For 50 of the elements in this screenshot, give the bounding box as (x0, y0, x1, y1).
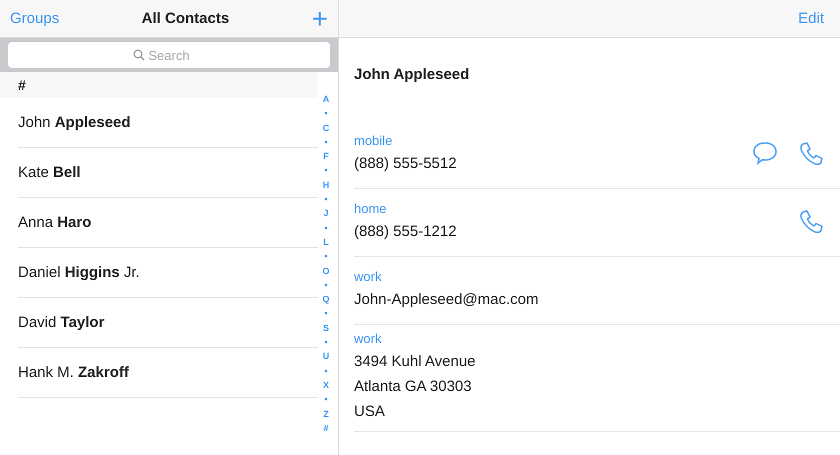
field-value: Atlanta GA 30303 (354, 377, 473, 397)
contact-row[interactable]: Daniel Higgins Jr. (18, 248, 318, 298)
index-letter[interactable]: • (324, 192, 328, 206)
field-label: work (354, 268, 382, 284)
index-letter[interactable]: A (322, 92, 330, 106)
contact-row[interactable]: David Taylor (18, 298, 318, 348)
field-label: home (354, 200, 388, 216)
index-letter[interactable]: • (324, 249, 328, 264)
contact-row[interactable]: John Appleseed (18, 98, 318, 148)
index-letter[interactable]: • (324, 106, 328, 121)
field-value: (888) 555-1212 (354, 222, 458, 242)
index-letter[interactable]: • (324, 364, 328, 378)
contact-name: John Appleseed (354, 65, 470, 85)
list-title: All Contacts (142, 10, 230, 27)
phone-icon[interactable] (798, 209, 824, 235)
index-letter[interactable]: O (322, 264, 330, 278)
index-letter[interactable]: J (323, 206, 328, 221)
index-letter[interactable]: F (323, 149, 329, 164)
contact-row[interactable]: Kate Bell (18, 148, 318, 198)
add-button[interactable]: + (312, 4, 328, 32)
search-field[interactable]: Search (8, 42, 330, 68)
contact-row[interactable]: Anna Haro (18, 198, 318, 248)
index-letter[interactable]: S (322, 320, 329, 336)
contact-row[interactable]: Hank M. Zakroff (18, 348, 318, 398)
field-value: USA (354, 402, 386, 422)
index-letter[interactable]: Z (323, 406, 329, 421)
section-letter: # (18, 77, 26, 93)
index-letter[interactable]: C (322, 120, 330, 135)
index-letter[interactable]: • (324, 335, 328, 350)
speech-bubble-icon[interactable] (752, 141, 778, 165)
index-letter[interactable]: H (322, 178, 330, 192)
phone-icon[interactable] (798, 141, 824, 167)
groups-button[interactable]: Groups (10, 10, 60, 27)
edit-button[interactable]: Edit (798, 10, 824, 27)
index-letter[interactable]: L (323, 234, 329, 250)
index-letter[interactable]: • (324, 278, 328, 292)
index-letter[interactable]: # (323, 420, 328, 436)
index-letter[interactable]: Q (322, 292, 330, 306)
index-letter[interactable]: X (322, 378, 329, 392)
index-letter[interactable]: • (324, 163, 328, 178)
field-label: mobile (354, 132, 394, 148)
index-letter[interactable]: • (324, 220, 328, 235)
field-value: (888) 555-5512 (354, 154, 458, 174)
field-label: work (354, 331, 382, 346)
index-letter[interactable]: • (324, 392, 328, 407)
index-letter[interactable]: • (324, 134, 328, 150)
field-value: 3494 Kuhl Avenue (354, 352, 477, 372)
index-letter[interactable]: • (324, 306, 328, 321)
index-letter[interactable]: U (322, 349, 330, 364)
field-value: John-Appleseed@mac.com (354, 290, 540, 310)
